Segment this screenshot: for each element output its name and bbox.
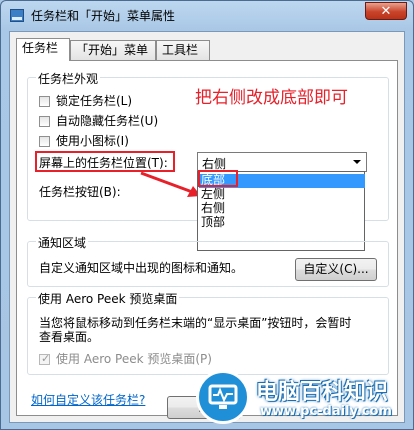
small-icons-label: 使用小图标(I) (56, 134, 129, 148)
option-left[interactable]: 左侧 (199, 188, 365, 202)
aero-peek-checkbox[interactable]: ✓ 使用 Aero Peek 预览桌面(P) (39, 350, 212, 367)
red-annotation-text: 把右侧改成底部即可 (195, 88, 348, 108)
customize-button[interactable]: 自定义(C)... (295, 258, 377, 281)
lock-taskbar-label: 锁定任务栏(L) (56, 94, 133, 108)
small-icons-checkbox[interactable]: 使用小图标(I) (39, 132, 129, 149)
tab-taskbar[interactable]: 任务栏 (16, 38, 70, 61)
bottom-option-highlight (198, 170, 238, 187)
option-right[interactable]: 右侧 (199, 202, 365, 216)
taskbar-app-icon (10, 9, 24, 22)
checkbox-box[interactable]: ✓ (39, 352, 51, 365)
aero-description-line2: 查看桌面。 (39, 330, 100, 344)
tab-start-menu[interactable]: 「开始」菜单 (70, 40, 156, 60)
notification-legend: 通知区域 (36, 234, 89, 251)
dialog-client: 任务栏 「开始」菜单 工具栏 任务栏外观 锁定任务栏(L) 自动隐藏任务栏(U)… (9, 31, 405, 423)
help-link[interactable]: 如何自定义该任务栏? (31, 391, 145, 408)
taskbar-buttons-label: 任务栏按钮(B): (39, 185, 121, 199)
watermark-title: 电脑百科知识 (256, 380, 389, 405)
aero-peek-legend: 使用 Aero Peek 预览桌面 (36, 290, 180, 307)
checkbox-box[interactable] (39, 116, 50, 127)
watermark-url: www.pc-daily.com (260, 404, 392, 419)
chevron-down-icon[interactable] (353, 160, 361, 164)
appearance-legend: 任务栏外观 (36, 70, 101, 87)
aero-peek-label: 使用 Aero Peek 预览桌面(P) (56, 352, 212, 366)
close-button[interactable]: ✕ (365, 2, 407, 20)
checkmark-icon: ✓ (41, 352, 51, 365)
option-top[interactable]: 顶部 (199, 216, 365, 230)
title-bar[interactable]: 任务栏和「开始」菜单属性 ✕ (1, 1, 413, 31)
monitor-icon (208, 384, 238, 409)
watermark-logo-icon (196, 370, 250, 424)
taskbar-position-combobox[interactable]: 右侧 (197, 152, 367, 172)
tab-panel-taskbar: 任务栏外观 锁定任务栏(L) 自动隐藏任务栏(U) 使用小图标(I) 把右侧改成… (16, 60, 398, 416)
checkbox-box[interactable] (39, 136, 50, 147)
notification-description: 自定义通知区域中出现的图标和通知。 (39, 261, 244, 275)
properties-window: 任务栏和「开始」菜单属性 ✕ 任务栏 「开始」菜单 工具栏 任务栏外观 锁定任务… (0, 0, 414, 430)
autohide-checkbox[interactable]: 自动隐藏任务栏(U) (39, 112, 158, 129)
watermark: 电脑百科知识 www.pc-daily.com (196, 368, 414, 430)
autohide-label: 自动隐藏任务栏(U) (56, 114, 159, 128)
checkbox-box[interactable] (39, 96, 50, 107)
lock-taskbar-checkbox[interactable]: 锁定任务栏(L) (39, 92, 132, 109)
tab-toolbars[interactable]: 工具栏 (156, 40, 210, 60)
window-title: 任务栏和「开始」菜单属性 (31, 9, 176, 23)
